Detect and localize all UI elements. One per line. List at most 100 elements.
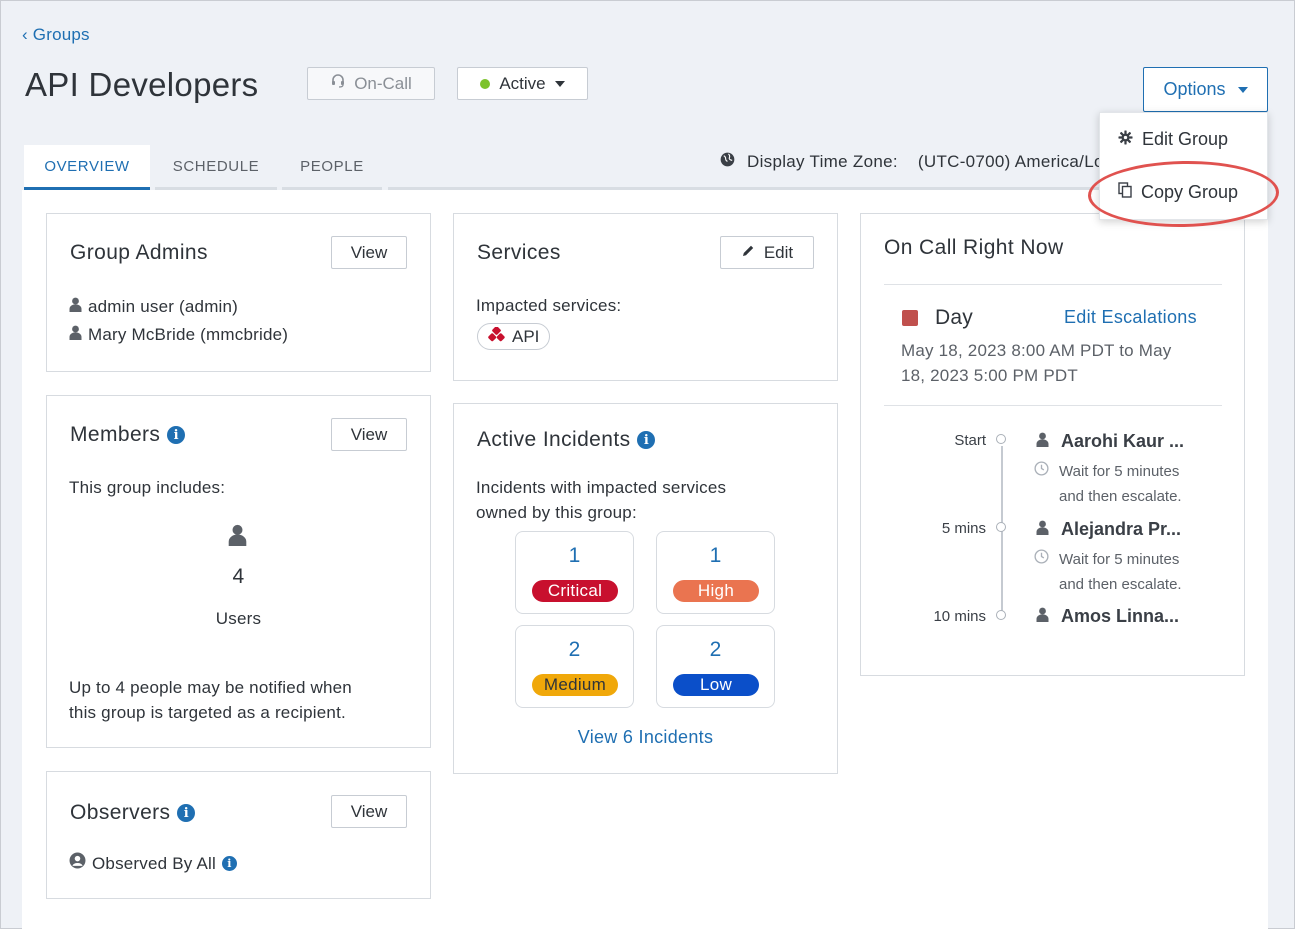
member-count: 4 xyxy=(232,565,245,588)
on-call-label: On-Call xyxy=(354,73,412,93)
observers-card: Observers i View Observed By All i xyxy=(46,771,431,899)
severity-badge: Critical xyxy=(532,580,618,602)
view-incidents-link[interactable]: View 6 Incidents xyxy=(454,727,837,748)
tab-schedule[interactable]: SCHEDULE xyxy=(155,145,277,190)
shift-name: Day xyxy=(935,306,973,329)
menu-item-copy-group[interactable]: Copy Group xyxy=(1118,182,1238,203)
user-icon xyxy=(1036,431,1049,452)
back-to-groups-link[interactable]: ‹ Groups xyxy=(22,25,90,45)
incident-count: 2 xyxy=(568,638,581,661)
group-admins-card: Group Admins View admin user (admin) Mar… xyxy=(46,213,431,372)
info-icon[interactable]: i xyxy=(177,804,196,822)
service-name: API xyxy=(512,326,540,346)
user-icon xyxy=(69,294,82,319)
user-icon xyxy=(1036,606,1049,627)
active-status-dot-icon xyxy=(480,78,491,89)
incident-bucket-medium[interactable]: 2 Medium xyxy=(515,625,634,708)
responder-name: Aarohi Kaur ... xyxy=(1061,431,1185,451)
services-card: Services Edit Impacted services: API xyxy=(453,213,838,381)
wait-text: Wait for 5 minutes xyxy=(1059,463,1180,480)
divider xyxy=(884,284,1222,285)
globe-icon xyxy=(720,152,735,172)
pencil-icon xyxy=(741,243,755,263)
view-observers-button[interactable]: View xyxy=(331,795,407,828)
step-time: 10 mins xyxy=(933,608,986,625)
severity-badge: High xyxy=(673,580,759,602)
view-admins-button[interactable]: View xyxy=(331,236,407,269)
options-label: Options xyxy=(1163,79,1226,99)
card-title: Members i xyxy=(70,423,186,447)
wait-text: and then escalate. xyxy=(1059,488,1182,505)
wait-text: and then escalate. xyxy=(1059,576,1182,593)
user-icon xyxy=(1036,519,1049,540)
timezone-display: Display Time Zone: (UTC-0700) America/Lo… xyxy=(720,150,1100,178)
shift-color-swatch xyxy=(902,310,918,326)
list-item: admin user (admin) xyxy=(69,294,288,319)
admin-list: admin user (admin) Mary McBride (mmcbrid… xyxy=(69,294,288,347)
tab-overview[interactable]: OVERVIEW xyxy=(24,145,150,190)
members-note: Up to 4 people may be notified when this… xyxy=(69,675,352,725)
incident-bucket-low[interactable]: 2 Low xyxy=(656,625,775,708)
chevron-down-icon xyxy=(1237,86,1248,93)
members-includes-label: This group includes: xyxy=(69,478,226,497)
status-dropdown[interactable]: Active xyxy=(457,67,588,100)
card-title: On Call Right Now xyxy=(884,236,1064,259)
edit-label: Edit xyxy=(763,242,794,262)
on-call-button[interactable]: On-Call xyxy=(307,67,435,100)
service-chip-api[interactable]: API xyxy=(477,323,551,350)
menu-item-label: Copy Group xyxy=(1141,182,1239,202)
range-line: May 18, 2023 8:00 AM PDT to May xyxy=(901,341,1172,360)
page-title: API Developers xyxy=(25,66,259,103)
step-time: Start xyxy=(954,432,986,449)
options-button[interactable]: Options xyxy=(1143,67,1268,112)
escalation-step-1[interactable]: Aarohi Kaur ... xyxy=(1036,431,1184,452)
view-members-button[interactable]: View xyxy=(331,418,407,451)
impacted-services-label: Impacted services: xyxy=(476,296,622,315)
status-label: Active xyxy=(499,73,546,93)
desc-line: Incidents with impacted services xyxy=(476,478,727,497)
headset-icon xyxy=(330,73,346,94)
desc-line: owned by this group: xyxy=(476,503,637,522)
user-circle-icon xyxy=(69,851,86,876)
range-line: 18, 2023 5:00 PM PDT xyxy=(901,366,1078,385)
admin-name: Mary McBride (mmcbride) xyxy=(88,325,289,344)
incident-bucket-critical[interactable]: 1 Critical xyxy=(515,531,634,614)
escalation-step-3[interactable]: Amos Linna... xyxy=(1036,606,1179,627)
step-time: 5 mins xyxy=(941,520,986,537)
service-cubes-icon xyxy=(488,325,505,347)
edit-escalations-link[interactable]: Edit Escalations xyxy=(1064,307,1197,328)
info-icon[interactable]: i xyxy=(637,431,656,449)
wait-text: Wait for 5 minutes xyxy=(1059,551,1180,568)
escalation-wait: Wait for 5 minutes and then escalate. xyxy=(1034,459,1182,509)
card-title: Observers i xyxy=(70,801,196,825)
incident-bucket-high[interactable]: 1 High xyxy=(656,531,775,614)
clock-icon xyxy=(1034,459,1049,484)
menu-item-edit-group[interactable]: Edit Group xyxy=(1118,129,1228,150)
incidents-description: Incidents with impacted services owned b… xyxy=(476,475,726,525)
gear-icon xyxy=(1118,129,1133,150)
incident-count: 1 xyxy=(568,544,581,567)
edit-services-button[interactable]: Edit xyxy=(720,236,814,269)
clock-icon xyxy=(1034,547,1049,572)
note-line: Up to 4 people may be notified when xyxy=(69,678,352,697)
observers-text: Observed By All xyxy=(92,854,216,873)
info-icon[interactable]: i xyxy=(221,856,237,871)
card-title: Group Admins xyxy=(70,241,208,264)
timeline-node xyxy=(996,434,1006,444)
incident-count: 2 xyxy=(709,638,722,661)
user-icon xyxy=(69,322,82,347)
info-icon[interactable]: i xyxy=(167,426,186,444)
card-title: Services xyxy=(477,241,561,264)
users-icon xyxy=(227,524,248,551)
timezone-value: (UTC-0700) America/Los_Angeles xyxy=(917,152,1100,171)
tab-people[interactable]: PEOPLE xyxy=(282,145,382,190)
responder-name: Amos Linna... xyxy=(1061,606,1180,626)
timezone-label: Display Time Zone: xyxy=(747,152,898,171)
menu-item-label: Edit Group xyxy=(1142,129,1229,149)
list-item: Mary McBride (mmcbride) xyxy=(69,322,288,347)
timeline-node xyxy=(996,610,1006,620)
escalation-step-2[interactable]: Alejandra Pr... xyxy=(1036,519,1181,540)
divider xyxy=(884,405,1222,406)
shift-time-range: May 18, 2023 8:00 AM PDT to May 18, 2023… xyxy=(901,338,1171,388)
members-card: Members i View This group includes: 4 Us… xyxy=(46,395,431,748)
